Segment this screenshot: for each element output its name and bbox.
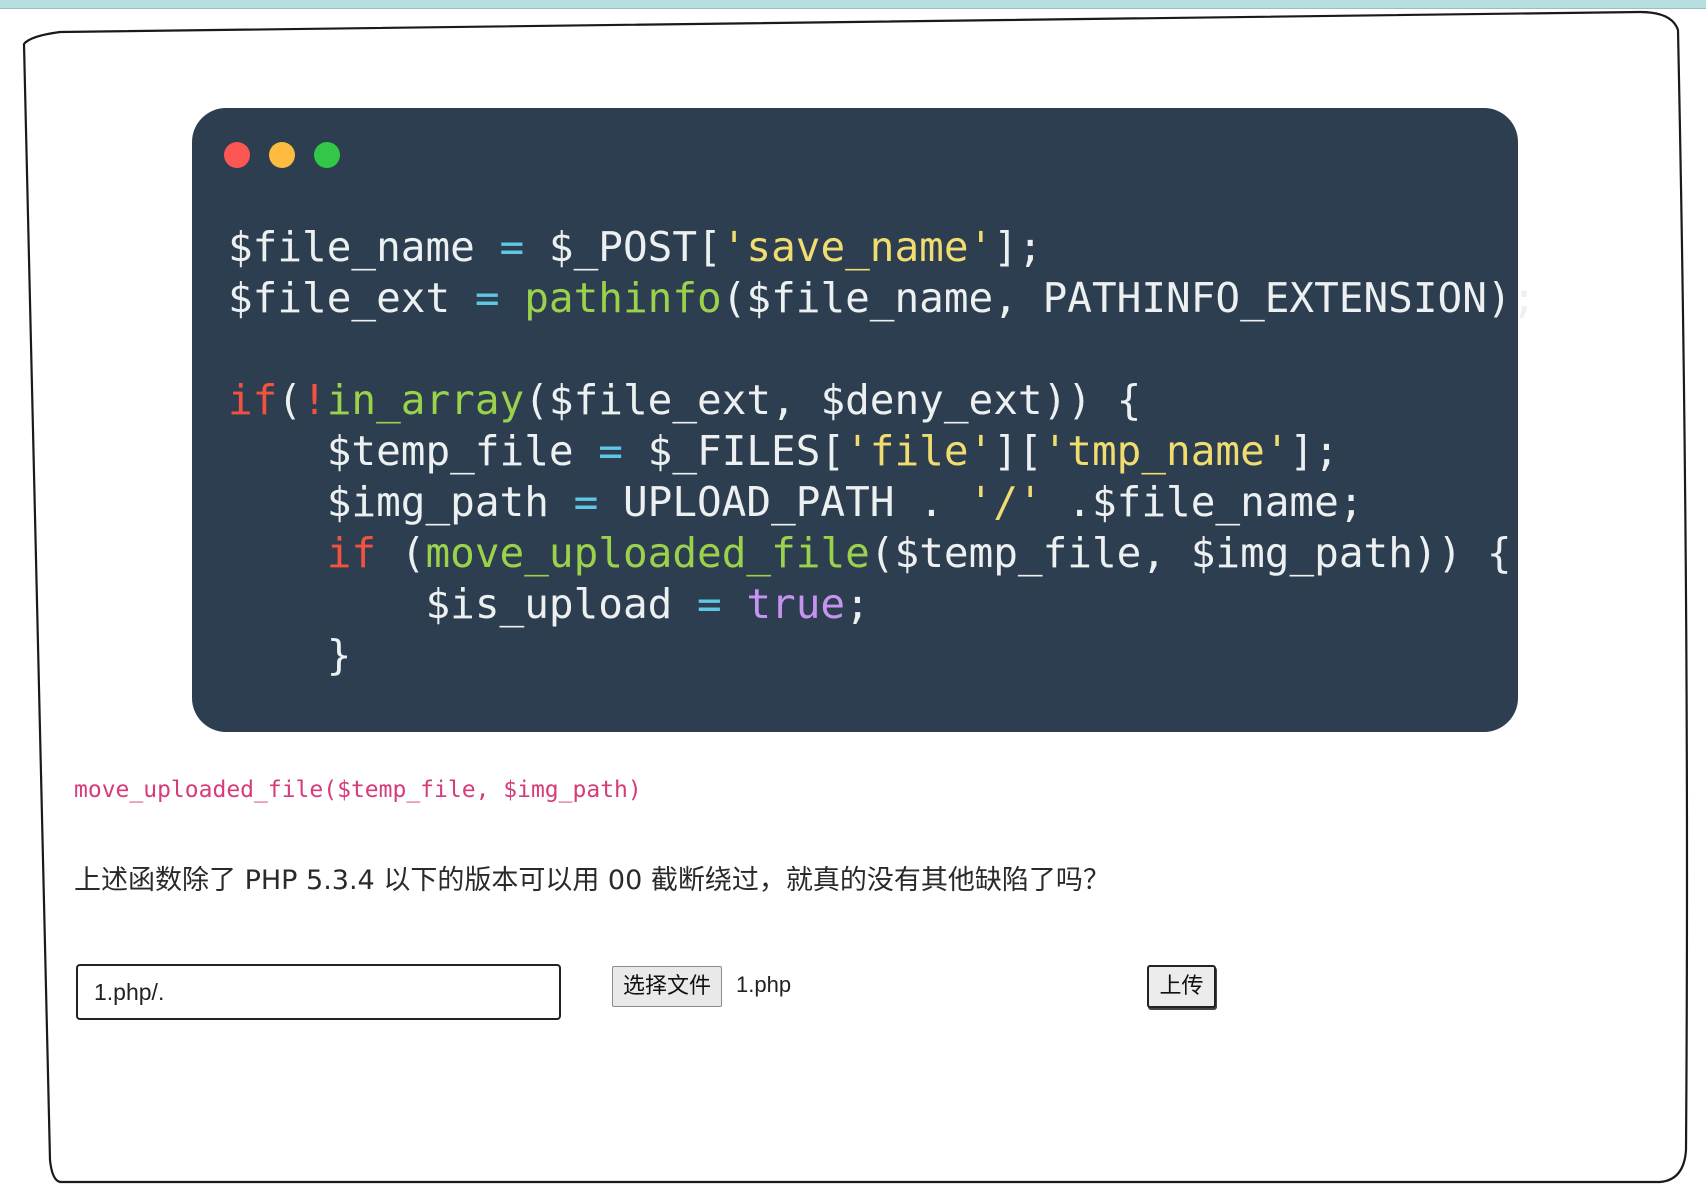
code-token: ; (845, 580, 870, 628)
code-line: $is_upload = true; (228, 579, 1536, 630)
inline-code-snippet: move_uploaded_file($temp_file, $img_path… (74, 777, 642, 803)
code-token: ($file_ext, $deny_ext)) { (524, 376, 1142, 424)
green-dot-icon (314, 142, 340, 168)
code-window: $file_name = $_POST['save_name']; $file_e… (192, 108, 1536, 732)
code-token: $is_upload (228, 580, 697, 628)
code-token: ][ (993, 427, 1043, 475)
code-block: $file_name = $_POST['save_name']; $file_e… (228, 222, 1536, 681)
code-token: } (228, 631, 352, 679)
code-token: move_uploaded_file (425, 529, 870, 577)
code-line: $img_path = UPLOAD_PATH . '/' .$file_nam… (228, 477, 1536, 528)
code-token: 'tmp_name' (1042, 427, 1290, 475)
code-line: if(!in_array($file_ext, $deny_ext)) { (228, 375, 1536, 426)
code-token: $file_ext (228, 274, 475, 322)
code-token: ($temp_file, $img_path)) { (869, 529, 1512, 577)
code-line: $file_ext = pathinfo($file_name, PATHINF… (228, 273, 1536, 324)
code-line: } (228, 630, 1536, 681)
code-token: '/' (968, 478, 1043, 526)
code-token: ]; (1289, 427, 1339, 475)
code-token: if (326, 529, 377, 577)
code-token: $file_name (228, 223, 500, 271)
code-token: = (499, 223, 525, 271)
code-token: if (228, 376, 278, 424)
code-token: UPLOAD_PATH . (598, 478, 969, 526)
code-token: $temp_file (228, 427, 599, 475)
code-line: $file_name = $_POST['save_name']; (228, 222, 1536, 273)
yellow-dot-icon (269, 142, 295, 168)
choose-file-button[interactable]: 选择文件 (612, 966, 723, 1007)
code-token: = (573, 478, 599, 526)
code-line: $temp_file = $_FILES['file']['tmp_name']… (228, 426, 1536, 477)
chosen-file-name: 1.php (736, 972, 792, 997)
code-token: 'save_name' (721, 223, 994, 271)
red-dot-icon (224, 142, 250, 168)
code-token: $_FILES[ (622, 427, 846, 475)
code-token: 'file' (845, 427, 994, 475)
code-token: true (746, 580, 846, 628)
code-token: .$file_name; (1042, 478, 1364, 526)
upload-button[interactable]: 上传 (1147, 965, 1216, 1008)
code-token: $_POST[ (524, 223, 722, 271)
code-token: ($file_name, PATHINFO_EXTENSION); (721, 274, 1537, 322)
code-token: = (697, 580, 722, 628)
code-token: ! (302, 376, 327, 424)
question-text: 上述函数除了 PHP 5.3.4 以下的版本可以用 00 截断绕过，就真的没有其… (74, 865, 1110, 896)
code-line: if (move_uploaded_file($temp_file, $img_… (228, 528, 1536, 579)
code-token: ]; (993, 223, 1043, 271)
code-token: pathinfo (524, 274, 722, 322)
code-token: ( (376, 529, 426, 577)
code-token: in_array (326, 376, 525, 424)
code-token: $img_path (228, 478, 574, 526)
code-token: = (598, 427, 623, 475)
code-token: ( (277, 376, 303, 424)
save-name-input[interactable] (76, 964, 561, 1020)
code-token: = (474, 274, 500, 322)
